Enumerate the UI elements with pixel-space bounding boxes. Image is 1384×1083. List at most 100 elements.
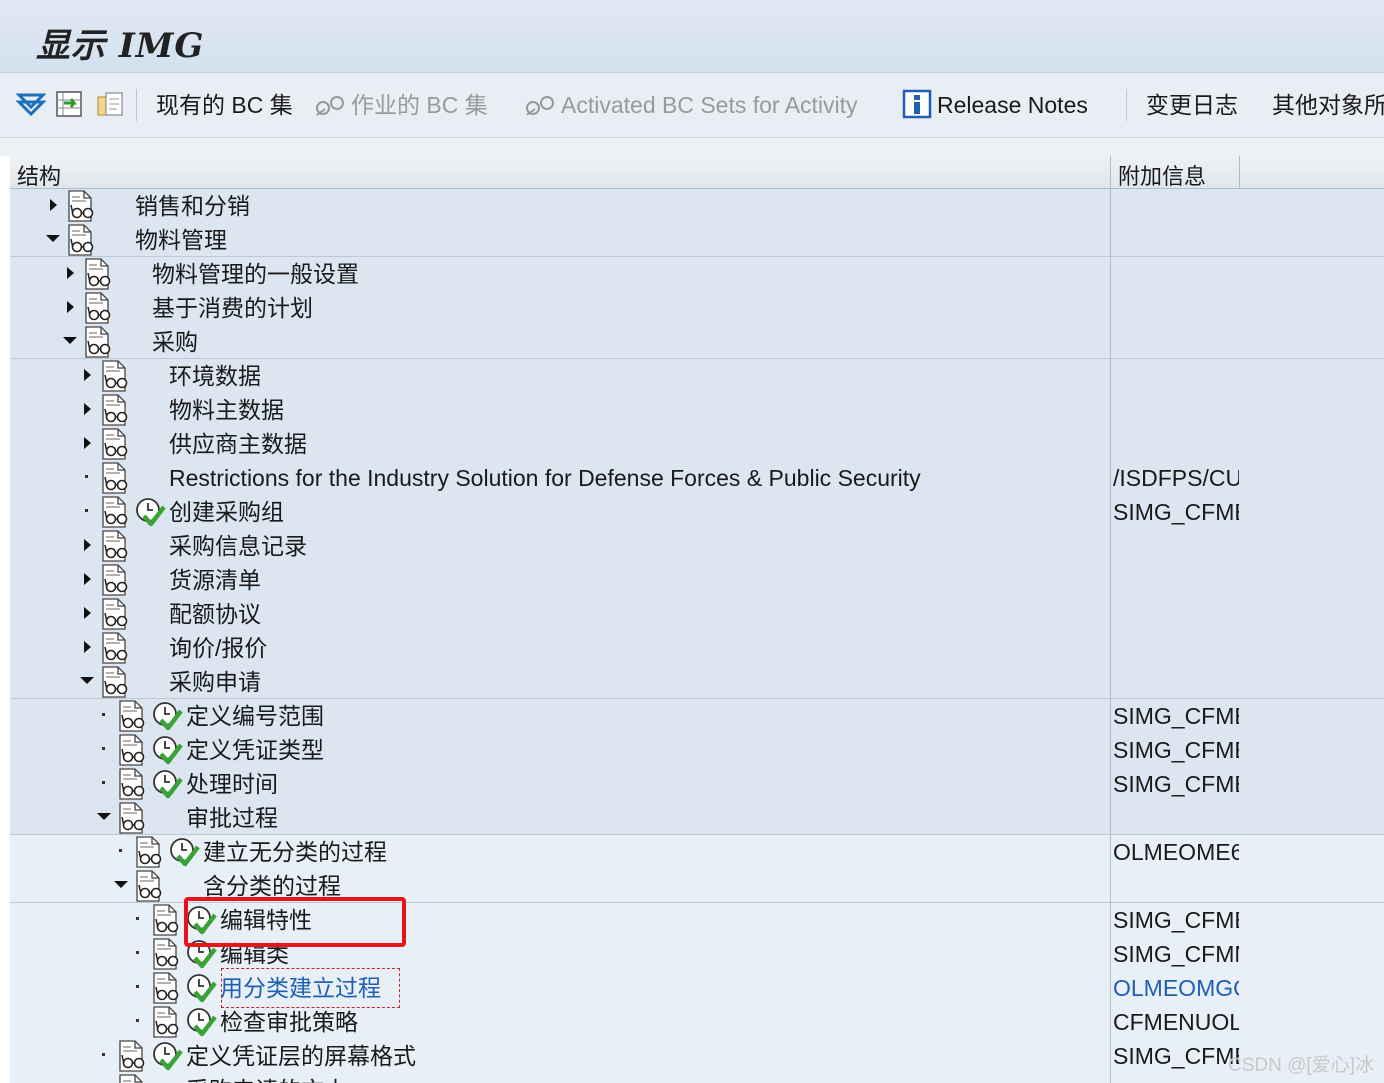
- documentation-icon[interactable]: [117, 1074, 147, 1083]
- documentation-icon[interactable]: [100, 496, 130, 528]
- tree-node-label[interactable]: 检查审批策略: [220, 1007, 358, 1037]
- tree-row[interactable]: 物料主数据: [10, 393, 1384, 427]
- documentation-icon[interactable]: [151, 1006, 181, 1038]
- bookmark-folder-icon[interactable]: [96, 89, 126, 119]
- tree-node-label[interactable]: 采购: [152, 327, 198, 357]
- tree-row[interactable]: Restrictions for the Industry Solution f…: [10, 461, 1384, 495]
- execute-activity-icon[interactable]: [185, 972, 217, 1004]
- documentation-icon[interactable]: [100, 394, 130, 426]
- tree-node-label[interactable]: 定义编号范围: [186, 701, 324, 731]
- tree-row[interactable]: 处理时间 SIMG_CFME: [10, 767, 1384, 801]
- existing-bc-sets-button[interactable]: 现有的 BC 集: [156, 73, 293, 137]
- tree-row[interactable]: 审批过程: [10, 801, 1384, 835]
- tree-node-label[interactable]: 物料主数据: [169, 395, 284, 425]
- execute-activity-icon[interactable]: [151, 768, 183, 800]
- tree-node-label[interactable]: 销售和分销: [135, 191, 250, 221]
- structure-column-header[interactable]: 结构: [17, 159, 61, 191]
- expand-node-icon[interactable]: [80, 605, 94, 621]
- tree-row[interactable]: 采购: [10, 325, 1384, 359]
- expand-subtree-icon[interactable]: [16, 89, 46, 119]
- release-notes-button[interactable]: Release Notes: [937, 73, 1088, 137]
- bc-sets-for-activity-button[interactable]: 作业的 BC 集: [351, 73, 488, 137]
- documentation-icon[interactable]: [66, 224, 96, 256]
- documentation-icon[interactable]: [151, 938, 181, 970]
- tree-row[interactable]: 采购信息记录: [10, 529, 1384, 563]
- documentation-icon[interactable]: [83, 326, 113, 358]
- documentation-icon[interactable]: [100, 632, 130, 664]
- documentation-icon[interactable]: [83, 292, 113, 324]
- documentation-icon[interactable]: [117, 734, 147, 766]
- tree-node-label[interactable]: 定义凭证类型: [186, 735, 324, 765]
- documentation-icon[interactable]: [66, 190, 96, 222]
- activated-bc-sets-button[interactable]: Activated BC Sets for Activity: [561, 73, 858, 137]
- execute-activity-icon[interactable]: [134, 496, 166, 528]
- tree-node-label[interactable]: 创建采购组: [169, 497, 284, 527]
- expand-node-icon[interactable]: [63, 299, 77, 315]
- tree-row[interactable]: 环境数据: [10, 359, 1384, 393]
- tree-row[interactable]: 采购申请: [10, 665, 1384, 699]
- documentation-icon[interactable]: [134, 870, 164, 902]
- tree-row[interactable]: 创建采购组 SIMG_CFME: [10, 495, 1384, 529]
- tree-node-label[interactable]: 基于消费的计划: [152, 293, 313, 323]
- expand-node-icon[interactable]: [80, 367, 94, 383]
- documentation-icon[interactable]: [151, 972, 181, 1004]
- collapse-node-icon[interactable]: [63, 333, 77, 349]
- tree-node-label[interactable]: 货源清单: [169, 565, 261, 595]
- tree-row[interactable]: 用分类建立过程 OLMEOMGQ: [10, 971, 1384, 1005]
- tree-node-label[interactable]: 采购申请的文本: [186, 1075, 347, 1083]
- tree-row[interactable]: 配额协议: [10, 597, 1384, 631]
- other-objects-button[interactable]: 其他对象所: [1272, 73, 1384, 137]
- tree-node-label[interactable]: 环境数据: [169, 361, 261, 391]
- tree-node-label[interactable]: 建立无分类的过程: [203, 837, 387, 867]
- execute-activity-icon[interactable]: [185, 1006, 217, 1038]
- collapse-node-icon[interactable]: [46, 231, 60, 247]
- tree-node-label[interactable]: 配额协议: [169, 599, 261, 629]
- tree-node-label[interactable]: 审批过程: [186, 803, 278, 833]
- tree-row[interactable]: 定义凭证类型 SIMG_CFME: [10, 733, 1384, 767]
- tree-row[interactable]: 物料管理的一般设置: [10, 257, 1384, 291]
- tree-row[interactable]: 货源清单: [10, 563, 1384, 597]
- expand-node-icon[interactable]: [80, 537, 94, 553]
- documentation-icon[interactable]: [83, 258, 113, 290]
- position-icon[interactable]: [54, 89, 84, 119]
- execute-activity-icon[interactable]: [168, 836, 200, 868]
- tree-row[interactable]: 供应商主数据: [10, 427, 1384, 461]
- expand-node-icon[interactable]: [80, 401, 94, 417]
- documentation-icon[interactable]: [117, 1040, 147, 1072]
- tree-node-label[interactable]: 定义凭证层的屏幕格式: [186, 1041, 416, 1071]
- tree-node-label[interactable]: 采购信息记录: [169, 531, 307, 561]
- tree-row[interactable]: 物料管理: [10, 223, 1384, 257]
- expand-node-icon[interactable]: [80, 435, 94, 451]
- documentation-icon[interactable]: [100, 598, 130, 630]
- collapse-node-icon[interactable]: [80, 673, 94, 689]
- documentation-icon[interactable]: [134, 836, 164, 868]
- tree-node-label[interactable]: 采购申请: [169, 667, 261, 697]
- tree-row[interactable]: 定义凭证层的屏幕格式 SIMG_CFME: [10, 1039, 1384, 1073]
- documentation-icon[interactable]: [100, 360, 130, 392]
- execute-activity-icon[interactable]: [151, 1040, 183, 1072]
- expand-node-icon[interactable]: [63, 265, 77, 281]
- tree-row[interactable]: 基于消费的计划: [10, 291, 1384, 325]
- additional-info-column-header[interactable]: 附加信息: [1118, 159, 1206, 191]
- collapse-node-icon[interactable]: [114, 877, 128, 893]
- documentation-icon[interactable]: [117, 768, 147, 800]
- tree-row[interactable]: 建立无分类的过程 OLMEOME6: [10, 835, 1384, 869]
- documentation-icon[interactable]: [100, 564, 130, 596]
- tree-node-label[interactable]: 物料管理的一般设置: [152, 259, 359, 289]
- tree-node-label[interactable]: Restrictions for the Industry Solution f…: [169, 463, 921, 493]
- documentation-icon[interactable]: [100, 530, 130, 562]
- tree-row[interactable]: 询价/报价: [10, 631, 1384, 665]
- documentation-icon[interactable]: [151, 904, 181, 936]
- expand-node-icon[interactable]: [80, 639, 94, 655]
- tree-row[interactable]: 定义编号范围 SIMG_CFME: [10, 699, 1384, 733]
- tree-row[interactable]: 检查审批策略 CFMENUOLI: [10, 1005, 1384, 1039]
- tree-node-label[interactable]: 处理时间: [186, 769, 278, 799]
- tree-row[interactable]: 采购申请的文本: [10, 1073, 1384, 1083]
- documentation-icon[interactable]: [100, 666, 130, 698]
- column-divider[interactable]: [1239, 156, 1240, 188]
- tree-node-label[interactable]: 物料管理: [135, 225, 227, 255]
- documentation-icon[interactable]: [100, 462, 130, 494]
- tree-row[interactable]: 销售和分销: [10, 189, 1384, 223]
- tree-node-label[interactable]: 询价/报价: [169, 633, 267, 663]
- documentation-icon[interactable]: [100, 428, 130, 460]
